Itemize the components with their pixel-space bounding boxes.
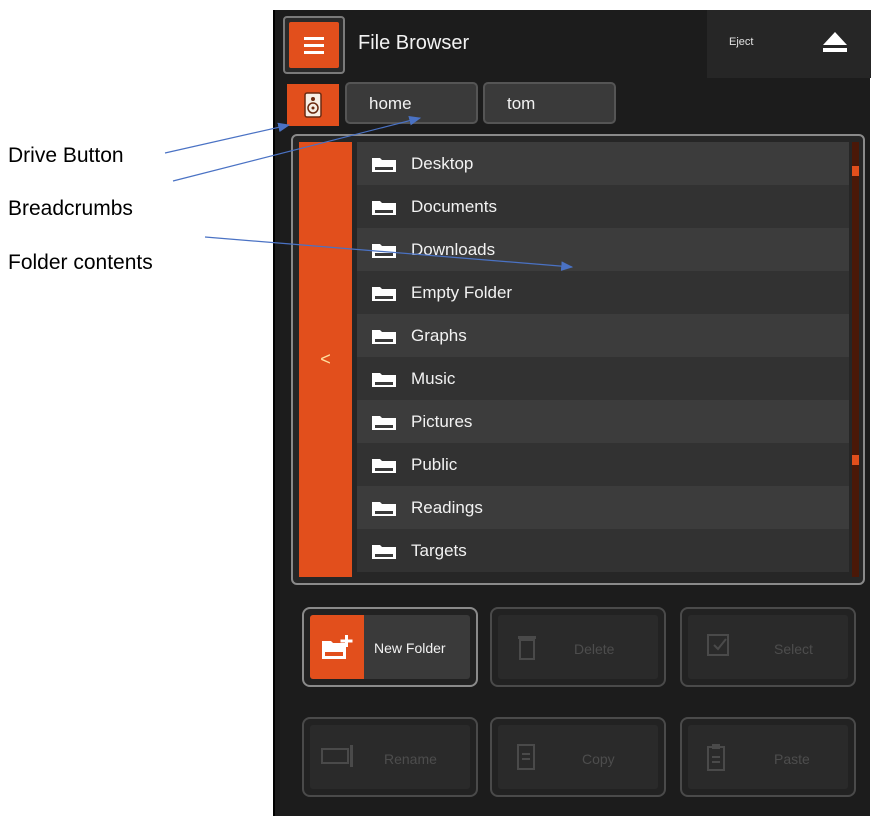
folder-icon — [372, 329, 396, 344]
scrollbar[interactable] — [852, 142, 859, 577]
folder-contents-panel: < Desktop Documents Downloads Empty Fold… — [291, 134, 865, 585]
file-browser-device: File Browser Eject home tom < Desktop Do… — [273, 10, 871, 816]
page-title: File Browser — [358, 32, 470, 54]
rename-icon — [321, 745, 353, 767]
new-folder-label: New Folder — [374, 640, 446, 656]
breadcrumb-tom[interactable]: tom — [483, 82, 616, 124]
list-item[interactable]: Targets — [357, 529, 849, 572]
folder-icon — [372, 243, 396, 258]
list-item[interactable]: Graphs — [357, 314, 849, 357]
new-folder-button[interactable]: New Folder — [302, 607, 478, 687]
select-icon — [707, 634, 729, 656]
folder-icon — [372, 157, 396, 172]
scroll-thumb-top[interactable] — [852, 166, 859, 176]
select-label: Select — [774, 641, 813, 657]
eject-icon — [823, 32, 847, 52]
trash-icon — [518, 636, 536, 660]
folder-name: Graphs — [411, 325, 467, 345]
list-item[interactable]: Readings — [357, 486, 849, 529]
list-item[interactable]: Documents — [357, 185, 849, 228]
folder-icon — [372, 372, 396, 387]
folder-icon — [372, 415, 396, 430]
drive-icon — [304, 92, 322, 118]
folder-icon — [372, 286, 396, 301]
list-item[interactable]: Empty Folder — [357, 271, 849, 314]
paste-icon — [707, 744, 725, 771]
folder-name: Pictures — [411, 411, 473, 431]
eject-button[interactable]: Eject — [707, 10, 871, 78]
back-button[interactable]: < — [299, 142, 352, 577]
paste-label: Paste — [774, 751, 810, 767]
menu-button[interactable] — [283, 16, 345, 74]
menu-icon — [289, 22, 339, 68]
annotation-folder-contents: Folder contents — [8, 251, 153, 274]
annotation-breadcrumbs: Breadcrumbs — [8, 197, 133, 220]
folder-icon — [372, 200, 396, 215]
new-folder-icon — [310, 615, 364, 679]
folder-name: Downloads — [411, 239, 496, 259]
list-item[interactable]: Music — [357, 357, 849, 400]
list-item[interactable]: Public — [357, 443, 849, 486]
scroll-thumb-bottom[interactable] — [852, 455, 859, 465]
annotation-drive-button: Drive Button — [8, 144, 124, 167]
delete-label: Delete — [574, 641, 615, 657]
paste-button[interactable]: Paste — [680, 717, 856, 797]
select-button[interactable]: Select — [680, 607, 856, 687]
rename-button[interactable]: Rename — [302, 717, 478, 797]
folder-name: Readings — [411, 497, 483, 517]
folder-icon — [372, 544, 396, 559]
copy-label: Copy — [582, 751, 615, 767]
folder-name: Desktop — [411, 153, 474, 173]
list-item[interactable]: Desktop — [357, 142, 849, 185]
folder-name: Empty Folder — [411, 282, 513, 302]
copy-icon — [517, 744, 535, 770]
list-item[interactable]: Pictures — [357, 400, 849, 443]
eject-label: Eject — [729, 36, 754, 48]
folder-name: Targets — [411, 540, 467, 560]
delete-button[interactable]: Delete — [490, 607, 666, 687]
folder-icon — [372, 501, 396, 516]
list-item[interactable]: Downloads — [357, 228, 849, 271]
folder-list: Desktop Documents Downloads Empty Folder… — [357, 142, 849, 572]
rename-label: Rename — [384, 751, 437, 767]
folder-icon — [372, 458, 396, 473]
drive-button[interactable] — [287, 84, 339, 126]
arrow-drive-button — [164, 122, 291, 154]
folder-name: Music — [411, 368, 456, 388]
folder-name: Documents — [411, 196, 497, 216]
breadcrumb-home[interactable]: home — [345, 82, 478, 124]
copy-button[interactable]: Copy — [490, 717, 666, 797]
folder-name: Public — [411, 454, 458, 474]
